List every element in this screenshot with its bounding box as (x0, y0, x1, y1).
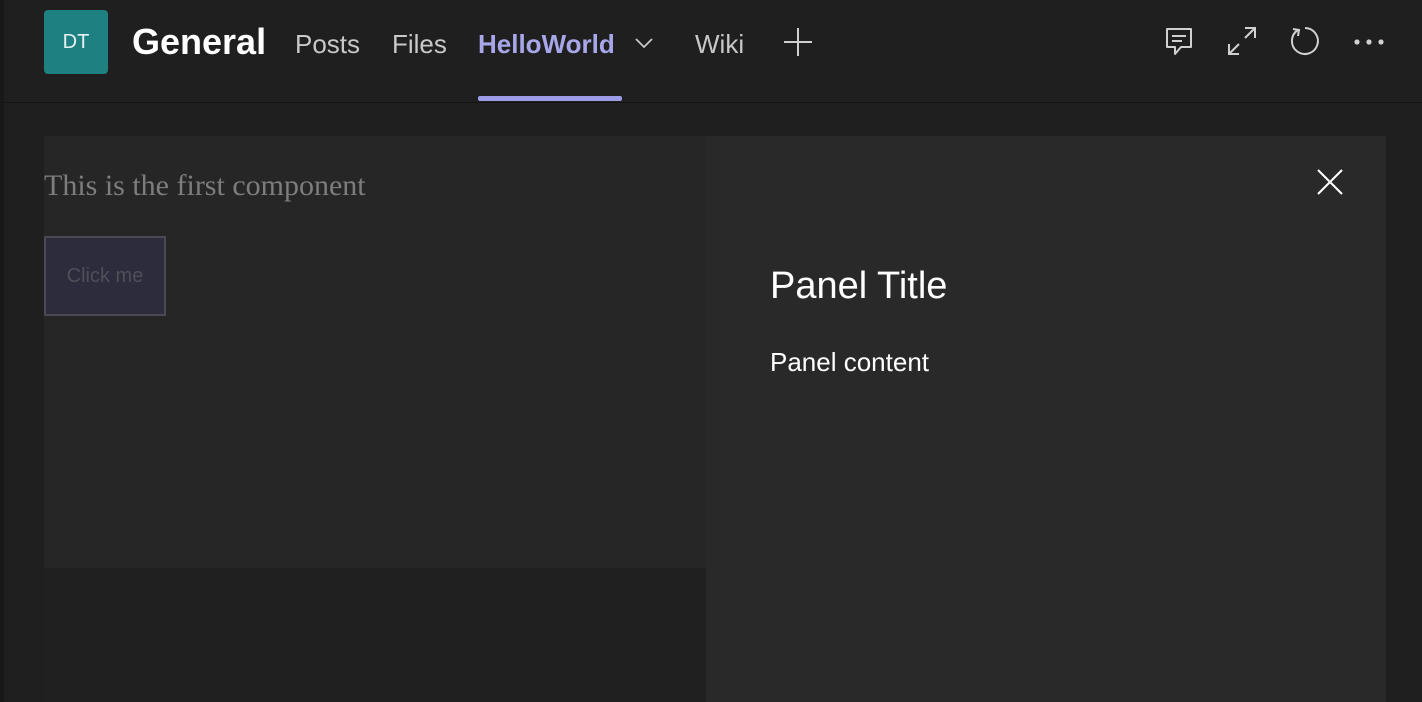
tab-posts[interactable]: Posts (295, 24, 360, 64)
active-tab-indicator (478, 96, 622, 101)
channel-title: General (132, 21, 267, 62)
chevron-down-icon[interactable] (634, 36, 654, 50)
close-icon[interactable] (1314, 166, 1346, 198)
tab-files[interactable]: Files (392, 24, 447, 64)
teams-app: DT General Posts Files HelloWorld Wiki T… (0, 0, 1422, 702)
tab-wiki[interactable]: Wiki (695, 24, 744, 64)
add-tab-icon[interactable] (782, 26, 814, 58)
panel-title: Panel Title (770, 265, 948, 307)
expand-icon[interactable] (1225, 24, 1259, 58)
left-rail-edge (0, 0, 4, 702)
tab-helloworld[interactable]: HelloWorld (478, 24, 615, 64)
more-options-icon[interactable] (1352, 24, 1386, 58)
channel-header: DT General Posts Files HelloWorld Wiki (4, 0, 1422, 103)
component-heading: This is the first component (44, 169, 366, 202)
tab-content-area: This is the first component Click me (44, 136, 706, 568)
conversation-icon[interactable] (1162, 24, 1196, 58)
team-avatar[interactable]: DT (44, 10, 108, 74)
side-panel: Panel Title Panel content (706, 136, 1386, 702)
refresh-icon[interactable] (1288, 24, 1322, 58)
content-footer-area (44, 568, 706, 702)
panel-content: Panel content (770, 347, 930, 377)
click-me-button[interactable]: Click me (44, 236, 166, 316)
